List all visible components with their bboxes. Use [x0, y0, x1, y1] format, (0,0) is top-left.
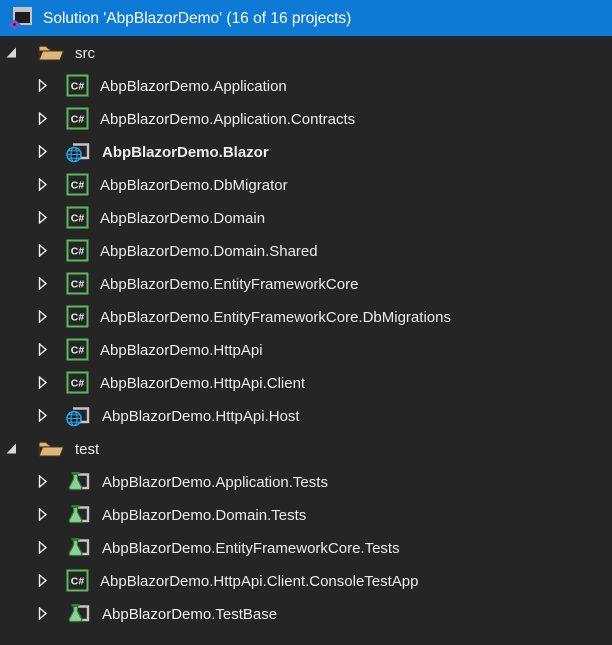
web-project-icon [66, 404, 91, 427]
csharp-project-icon: C# [66, 305, 89, 328]
test-project-icon [66, 503, 91, 526]
collapsed-arrow-icon[interactable] [36, 244, 49, 257]
collapsed-arrow-icon[interactable] [36, 178, 49, 191]
collapsed-arrow-icon[interactable] [36, 607, 49, 620]
svg-text:C#: C# [71, 246, 85, 258]
collapsed-arrow-icon[interactable] [36, 277, 49, 290]
csharp-project-icon: C# [66, 338, 89, 361]
csharp-project-icon: C# [66, 74, 89, 97]
csharp-project-icon: C# [66, 206, 89, 229]
tree-row[interactable]: C# AbpBlazorDemo.Domain.Shared [0, 234, 612, 267]
collapsed-arrow-icon[interactable] [36, 508, 49, 521]
solution-tree: src C# AbpBlazorDemo.Application C# AbpB… [0, 36, 612, 630]
tree-row-label: test [75, 441, 99, 457]
csharp-project-icon: C# [66, 239, 89, 262]
tree-row-label: AbpBlazorDemo.EntityFrameworkCore [100, 276, 358, 292]
tree-row-label: AbpBlazorDemo.Blazor [102, 144, 269, 160]
svg-text:C#: C# [71, 576, 85, 588]
svg-text:C#: C# [71, 180, 85, 192]
tree-row[interactable]: test [0, 432, 612, 465]
tree-row[interactable]: C# AbpBlazorDemo.HttpApi [0, 333, 612, 366]
collapsed-arrow-icon[interactable] [36, 409, 49, 422]
collapsed-arrow-icon[interactable] [36, 376, 49, 389]
tree-row[interactable]: AbpBlazorDemo.TestBase [0, 597, 612, 630]
collapsed-arrow-icon[interactable] [36, 310, 49, 323]
tree-row[interactable]: AbpBlazorDemo.Application.Tests [0, 465, 612, 498]
tree-row[interactable]: C# AbpBlazorDemo.EntityFrameworkCore [0, 267, 612, 300]
tree-row[interactable]: C# AbpBlazorDemo.Application [0, 69, 612, 102]
tree-row-label: AbpBlazorDemo.Domain.Tests [102, 507, 306, 523]
tree-row[interactable]: AbpBlazorDemo.HttpApi.Host [0, 399, 612, 432]
svg-text:C#: C# [71, 213, 85, 225]
tree-row[interactable]: src [0, 36, 612, 69]
web-project-icon [66, 140, 91, 163]
tree-row[interactable]: C# AbpBlazorDemo.EntityFrameworkCore.DbM… [0, 300, 612, 333]
svg-text:C#: C# [71, 114, 85, 126]
test-project-icon [66, 536, 91, 559]
svg-text:C#: C# [71, 312, 85, 324]
test-project-icon [66, 470, 91, 493]
tree-row[interactable]: C# AbpBlazorDemo.Domain [0, 201, 612, 234]
tree-row-label: AbpBlazorDemo.Application.Contracts [100, 111, 355, 127]
folder-open-icon [37, 42, 65, 63]
tree-row-label: AbpBlazorDemo.EntityFrameworkCore.DbMigr… [100, 309, 451, 325]
tree-row-label: AbpBlazorDemo.Application.Tests [102, 474, 328, 490]
collapsed-arrow-icon[interactable] [36, 112, 49, 125]
collapsed-arrow-icon[interactable] [36, 79, 49, 92]
tree-row-label: src [75, 45, 95, 61]
tree-row-label: AbpBlazorDemo.HttpApi [100, 342, 263, 358]
visual-studio-solution-icon [6, 6, 33, 31]
tree-row[interactable]: C# AbpBlazorDemo.HttpApi.Client [0, 366, 612, 399]
csharp-project-icon: C# [66, 272, 89, 295]
csharp-project-icon: C# [66, 569, 89, 592]
collapsed-arrow-icon[interactable] [36, 574, 49, 587]
collapsed-arrow-icon[interactable] [36, 541, 49, 554]
tree-row-label: AbpBlazorDemo.DbMigrator [100, 177, 288, 193]
expanded-arrow-icon[interactable] [5, 443, 18, 454]
tree-row-label: AbpBlazorDemo.EntityFrameworkCore.Tests [102, 540, 400, 556]
tree-row-label: AbpBlazorDemo.Domain.Shared [100, 243, 318, 259]
solution-explorer: Solution 'AbpBlazorDemo' (16 of 16 proje… [0, 0, 612, 645]
svg-text:C#: C# [71, 345, 85, 357]
csharp-project-icon: C# [66, 371, 89, 394]
tree-row-label: AbpBlazorDemo.TestBase [102, 606, 277, 622]
test-project-icon [66, 602, 91, 625]
solution-row[interactable]: Solution 'AbpBlazorDemo' (16 of 16 proje… [0, 0, 612, 36]
tree-row-label: AbpBlazorDemo.HttpApi.Client.ConsoleTest… [100, 573, 419, 589]
tree-row[interactable]: C# AbpBlazorDemo.HttpApi.Client.ConsoleT… [0, 564, 612, 597]
svg-text:C#: C# [71, 279, 85, 291]
csharp-project-icon: C# [66, 107, 89, 130]
tree-row-label: AbpBlazorDemo.HttpApi.Client [100, 375, 305, 391]
tree-row[interactable]: AbpBlazorDemo.Domain.Tests [0, 498, 612, 531]
collapsed-arrow-icon[interactable] [36, 211, 49, 224]
tree-row[interactable]: C# AbpBlazorDemo.Application.Contracts [0, 102, 612, 135]
expanded-arrow-icon[interactable] [5, 47, 18, 58]
tree-row[interactable]: AbpBlazorDemo.EntityFrameworkCore.Tests [0, 531, 612, 564]
tree-row[interactable]: AbpBlazorDemo.Blazor [0, 135, 612, 168]
tree-row-label: AbpBlazorDemo.Domain [100, 210, 265, 226]
tree-row-label: AbpBlazorDemo.HttpApi.Host [102, 408, 300, 424]
svg-text:C#: C# [71, 81, 85, 93]
collapsed-arrow-icon[interactable] [36, 145, 49, 158]
collapsed-arrow-icon[interactable] [36, 475, 49, 488]
tree-row[interactable]: C# AbpBlazorDemo.DbMigrator [0, 168, 612, 201]
solution-label: Solution 'AbpBlazorDemo' (16 of 16 proje… [43, 10, 351, 27]
tree-row-label: AbpBlazorDemo.Application [100, 78, 287, 94]
csharp-project-icon: C# [66, 173, 89, 196]
collapsed-arrow-icon[interactable] [36, 343, 49, 356]
svg-text:C#: C# [71, 378, 85, 390]
folder-open-icon [37, 438, 65, 459]
